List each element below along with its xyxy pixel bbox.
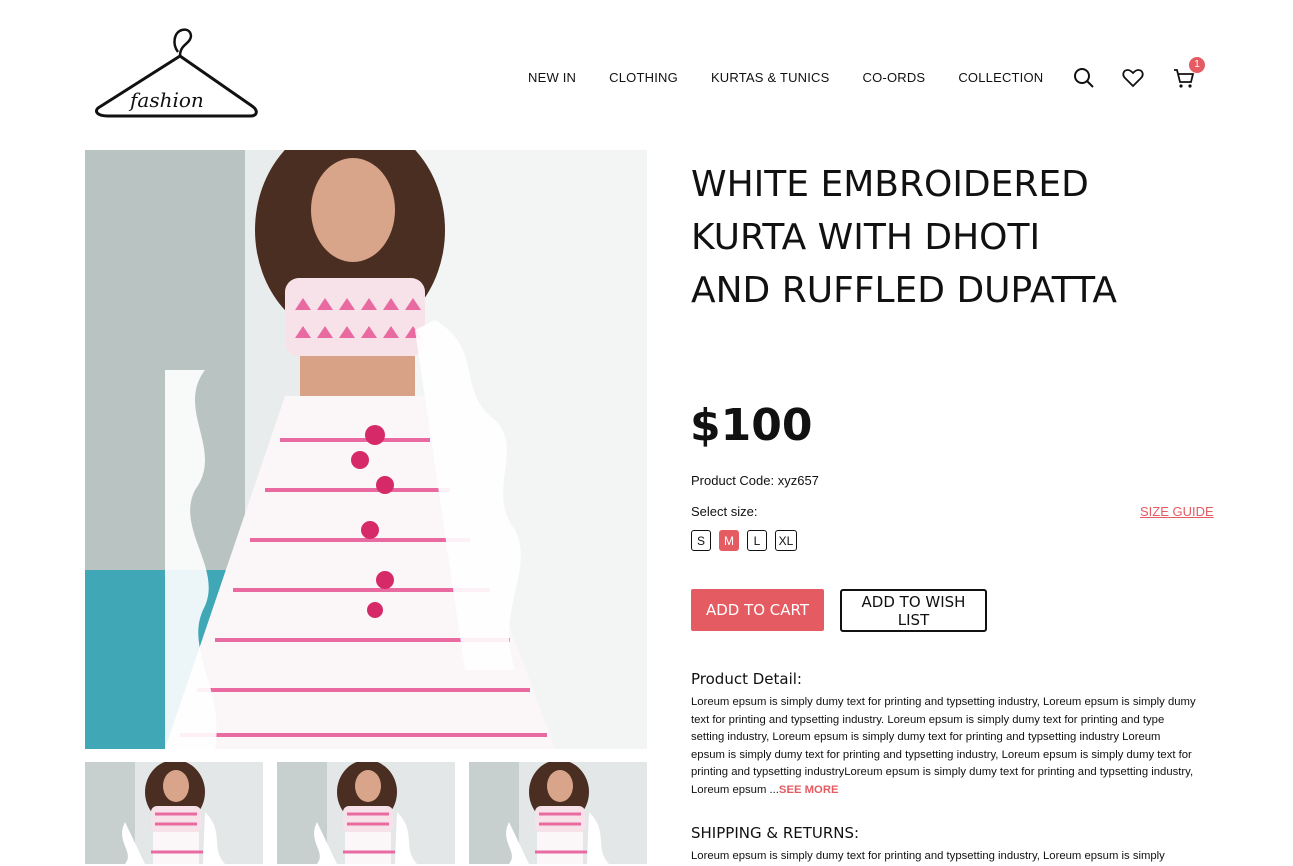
product-code: Product Code: xyz657 (691, 473, 819, 488)
nav-item-collection[interactable]: COLLECTION (958, 70, 1043, 85)
shipping-returns-text: Loreum epsum is simply dumy text for pri… (691, 850, 1165, 862)
shipping-returns-heading: SHIPPING & RETURNS: (691, 824, 860, 842)
product-thumbnail[interactable] (277, 762, 455, 864)
nav-item-kurtas-tunics[interactable]: KURTAS & TUNICS (711, 70, 830, 85)
cart-count-badge: 1 (1189, 57, 1205, 73)
size-option-m[interactable]: M (719, 530, 739, 551)
size-option-s[interactable]: S (691, 530, 711, 551)
product-thumbnail[interactable] (85, 762, 263, 864)
product-title-line: WHITE EMBROIDERED (691, 164, 1089, 205)
product-price: $100 (690, 400, 813, 451)
see-more-link[interactable]: SEE MORE (779, 784, 839, 796)
product-title: WHITE EMBROIDERED KURTA WITH DHOTI AND R… (691, 158, 1131, 317)
add-to-cart-button[interactable]: ADD TO CART (691, 589, 824, 631)
product-title-line: KURTA WITH DHOTI (691, 217, 1041, 258)
nav-item-clothing[interactable]: CLOTHING (609, 70, 678, 85)
heart-icon[interactable] (1121, 66, 1145, 90)
main-nav: NEW IN CLOTHING KURTAS & TUNICS CO-ORDS … (528, 70, 1043, 85)
logo-text: fashion (130, 88, 204, 112)
size-guide-link[interactable]: SIZE GUIDE (1140, 504, 1214, 519)
size-option-xl[interactable]: XL (775, 530, 797, 551)
size-option-l[interactable]: L (747, 530, 767, 551)
product-detail-text: Loreum epsum is simply dumy text for pri… (691, 694, 1196, 800)
size-selector: S M L XL (691, 530, 797, 551)
product-detail-heading: Product Detail: (691, 670, 802, 688)
nav-item-new-in[interactable]: NEW IN (528, 70, 576, 85)
main-product-image[interactable] (85, 150, 647, 749)
product-title-line: AND RUFFLED DUPATTA (691, 270, 1117, 311)
nav-item-co-ords[interactable]: CO-ORDS (863, 70, 926, 85)
product-detail-body: Loreum epsum is simply dumy text for pri… (691, 696, 1196, 796)
add-to-wishlist-button[interactable]: ADD TO WISH LIST (840, 589, 987, 632)
select-size-label: Select size: (691, 504, 758, 519)
search-icon[interactable] (1072, 66, 1096, 90)
product-thumbnail[interactable] (469, 762, 647, 864)
